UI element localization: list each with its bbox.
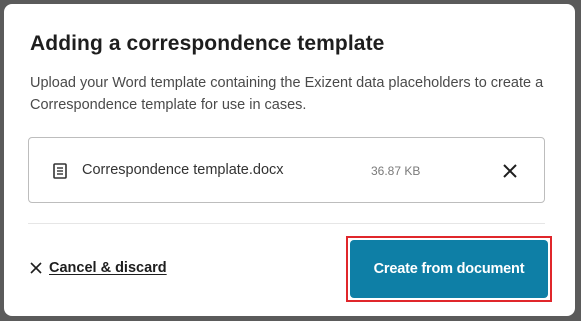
cancel-discard-label: Cancel & discard — [49, 260, 167, 276]
add-template-dialog: Adding a correspondence template Upload … — [4, 4, 575, 316]
create-from-document-button[interactable]: Create from document — [350, 240, 548, 298]
remove-file-button[interactable] — [501, 162, 519, 180]
dialog-description: Upload your Word template containing the… — [30, 75, 544, 113]
cancel-discard-button[interactable]: Cancel & discard — [30, 260, 167, 276]
dialog-title: Adding a correspondence template — [30, 32, 385, 55]
document-icon — [53, 163, 67, 179]
close-icon — [30, 262, 42, 274]
file-name: Correspondence template.docx — [82, 162, 284, 178]
footer-divider — [28, 223, 545, 224]
uploaded-file-card: Correspondence template.docx 36.87 KB — [28, 137, 545, 203]
file-size: 36.87 KB — [371, 164, 421, 178]
